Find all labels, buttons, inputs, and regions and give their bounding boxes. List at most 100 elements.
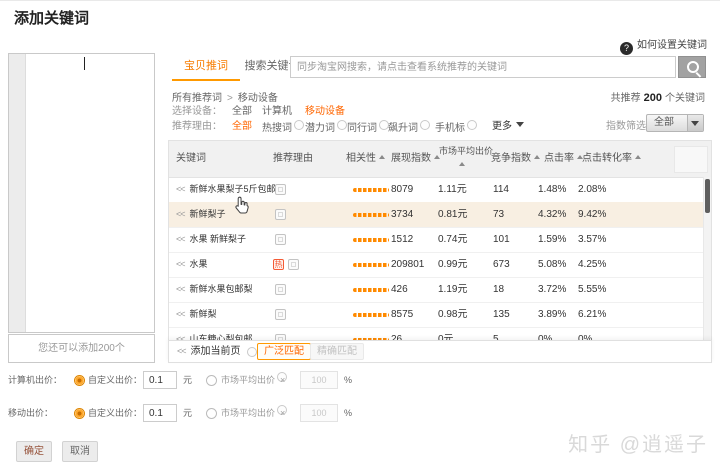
table-row[interactable]: <<水果 热 209801 0.99元 673 5.08% 4.25% xyxy=(169,252,704,278)
hot-badge-icon: 热 xyxy=(273,259,284,270)
col-ctr-sort[interactable]: 点击率 xyxy=(544,141,583,177)
tag-badge-icon xyxy=(275,234,286,245)
competition-index: 101 xyxy=(493,227,510,252)
sort-arrow-icon xyxy=(379,152,385,159)
watermark: 知乎 @逍遥子 xyxy=(568,428,708,457)
table-row[interactable]: <<新鲜水果包邮梨 426 1.19元 18 3.72% 5.55% xyxy=(169,277,704,303)
cancel-button[interactable]: 取消 xyxy=(62,441,98,462)
relevance-bars xyxy=(353,263,389,267)
breadcrumb: 所有推荐词 > 移动设备 xyxy=(172,89,278,104)
scrollbar-thumb[interactable] xyxy=(705,179,710,213)
chevron-down-icon xyxy=(516,122,524,131)
table-row[interactable]: <<水果 新鲜梨子 1512 0.74元 101 1.59% 3.57% xyxy=(169,227,704,253)
add-keyword-icon[interactable]: << xyxy=(176,234,185,244)
relevance-bars xyxy=(353,188,389,192)
pc-percent-input xyxy=(300,371,338,389)
market-bid-label: 市场平均出价 xyxy=(221,370,287,390)
reason-option-peer[interactable]: 同行词 xyxy=(347,120,389,135)
market-bid: 0.81元 xyxy=(438,202,467,227)
broad-match-button[interactable]: 广泛匹配 xyxy=(257,343,311,360)
display-index: 426 xyxy=(391,277,408,302)
click-rate: 1.48% xyxy=(538,177,566,202)
reason-filter-row: 推荐理由： 全部 热搜词 潜力词 同行词 飙升词 手机标 更多 xyxy=(172,120,592,133)
market-bid: 0.99元 xyxy=(438,252,467,277)
add-keyword-icon[interactable]: << xyxy=(176,184,185,194)
yuan-unit: 元 xyxy=(183,370,192,390)
tab-baobei-recommend[interactable]: 宝贝推词 xyxy=(172,54,240,81)
table-scrollbar[interactable] xyxy=(703,177,711,357)
info-icon xyxy=(294,120,304,130)
total-suffix: 个关键词 xyxy=(665,93,705,104)
market-bid-radio[interactable] xyxy=(206,375,217,386)
custom-bid-radio-selected[interactable] xyxy=(74,375,85,386)
add-keyword-icon[interactable]: << xyxy=(176,209,185,219)
reason-option-all[interactable]: 全部 xyxy=(232,120,252,133)
table-row[interactable]: << 新鲜水果梨子5斤包邮 8079 1.11元 114 1.48% 2.08% xyxy=(169,177,704,203)
competition-index: 114 xyxy=(493,177,509,202)
tag-badge-icon xyxy=(275,309,286,320)
pc-bid-label: 计算机出价： xyxy=(8,370,62,390)
keyword-text: 新鲜梨 xyxy=(190,309,217,319)
click-rate: 5.08% xyxy=(538,252,566,277)
keyword-text: 新鲜水果梨子5斤包邮 xyxy=(190,184,276,194)
breadcrumb-separator: > xyxy=(227,93,233,104)
conversion-rate: 5.55% xyxy=(578,277,606,302)
device-option-all[interactable]: 全部 xyxy=(232,105,252,118)
custom-bid-label: 自定义出价： xyxy=(88,370,142,390)
more-dropdown[interactable]: 更多 xyxy=(492,120,524,133)
conversion-rate: 4.25% xyxy=(578,252,606,277)
competition-index: 73 xyxy=(493,202,504,227)
table-row-highlighted[interactable]: <<新鲜梨子 3734 0.81元 73 4.32% 9.42% xyxy=(169,202,704,228)
click-rate: 3.72% xyxy=(538,277,566,302)
custom-bid-radio-selected[interactable] xyxy=(74,408,85,419)
col-display-sort[interactable]: 展现指数 xyxy=(391,141,440,177)
market-bid-label: 市场平均出价 xyxy=(221,403,287,423)
search-button[interactable] xyxy=(678,56,706,78)
col-cvr-sort[interactable]: 点击转化率 xyxy=(582,141,641,177)
help-label: 如何设置关键词 xyxy=(637,40,707,51)
index-filter-value: 全部 xyxy=(654,117,674,128)
index-filter-select[interactable]: 全部 xyxy=(646,114,704,132)
market-bid: 0.74元 xyxy=(438,227,467,252)
reason-option-mobile-tag[interactable]: 手机标 xyxy=(435,120,477,135)
confirm-button[interactable]: 确定 xyxy=(16,441,52,462)
relevance-bars xyxy=(353,238,389,242)
col-relevance-sort[interactable]: 相关性 xyxy=(346,141,385,177)
reason-option-hot[interactable]: 热搜词 xyxy=(262,120,304,135)
relevance-bars xyxy=(353,313,389,317)
add-current-page-link[interactable]: <<添加当前页 xyxy=(177,341,241,362)
dropdown-arrow-icon xyxy=(687,115,703,131)
keyword-table: 关键词 推荐理由 相关性 展现指数 市场平均出价 竞争指数 点击率 点击转化率 … xyxy=(168,140,712,358)
col-competition-sort[interactable]: 竞争指数 xyxy=(491,141,540,177)
sort-arrow-icon xyxy=(635,152,641,159)
device-option-pc[interactable]: 计算机 xyxy=(262,105,292,118)
display-index: 8079 xyxy=(391,177,413,202)
device-option-mobile[interactable]: 移动设备 xyxy=(305,105,345,118)
add-keyword-icon[interactable]: << xyxy=(176,309,185,319)
percent-sign: % xyxy=(344,403,352,423)
help-link[interactable]: ?如何设置关键词 xyxy=(620,36,707,55)
selected-keywords-textarea[interactable] xyxy=(8,53,155,333)
reason-option-soar[interactable]: 飙升词 xyxy=(388,120,430,135)
exact-match-button[interactable]: 精确匹配 xyxy=(310,343,364,360)
market-bid: 1.11元 xyxy=(438,177,467,202)
yuan-unit: 元 xyxy=(183,403,192,423)
conversion-rate: 2.08% xyxy=(578,177,606,202)
device-filter-row: 选择设备： 全部 计算机 移动设备 xyxy=(172,105,572,118)
reason-option-potential[interactable]: 潜力词 xyxy=(305,120,347,135)
breadcrumb-current: 移动设备 xyxy=(238,93,278,104)
add-keyword-icon[interactable]: << xyxy=(176,284,185,294)
breadcrumb-root[interactable]: 所有推荐词 xyxy=(172,93,222,104)
market-bid-radio[interactable] xyxy=(206,408,217,419)
mobile-bid-input[interactable] xyxy=(143,404,177,422)
info-icon xyxy=(420,120,430,130)
add-keyword-icon[interactable]: << xyxy=(176,259,185,269)
pc-bid-input[interactable] xyxy=(143,371,177,389)
mobile-bid-label: 移动出价： xyxy=(8,403,53,423)
table-row[interactable]: <<新鲜梨 8575 0.98元 135 3.89% 6.21% xyxy=(169,302,704,328)
multiply-sign: × xyxy=(280,403,285,423)
sort-arrow-icon xyxy=(459,159,465,166)
col-bid-sort[interactable]: 市场平均出价 xyxy=(439,145,493,166)
search-input[interactable] xyxy=(290,56,676,78)
recommend-total: 共推荐200个关键词 xyxy=(611,89,705,104)
